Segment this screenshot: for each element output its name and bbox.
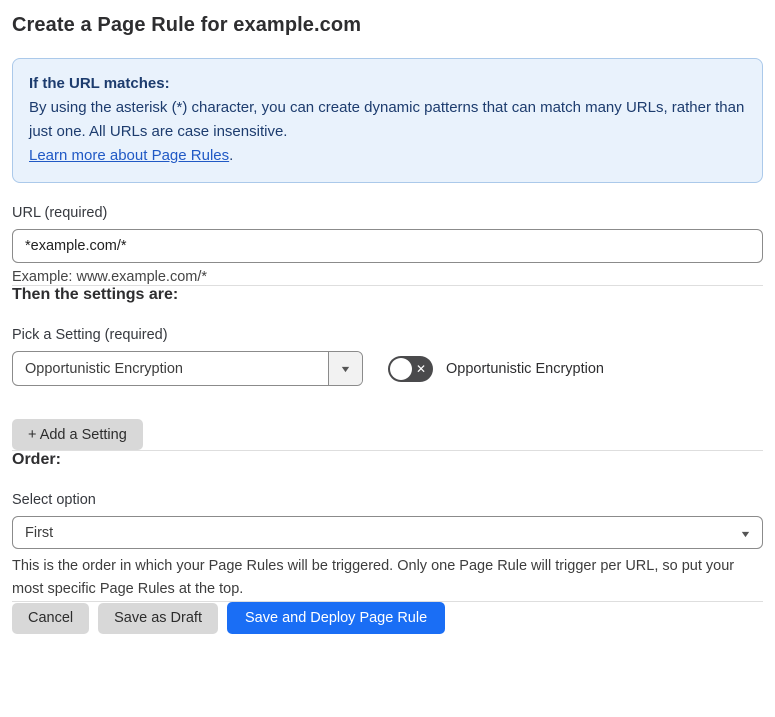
toggle-x-icon: ✕ xyxy=(415,361,426,376)
link-suffix: . xyxy=(229,147,234,164)
save-draft-button[interactable]: Save as Draft xyxy=(98,602,218,634)
chevron-down-icon: ▼ xyxy=(739,528,752,539)
cancel-button[interactable]: Cancel xyxy=(12,602,90,634)
url-label: URL (required) xyxy=(12,205,108,221)
chevron-down-icon[interactable]: ▼ xyxy=(328,352,362,385)
footer-actions: Cancel Save as Draft Save and Deploy Pag… xyxy=(12,602,763,634)
order-description: This is the order in which your Page Rul… xyxy=(12,558,735,597)
info-box-body: By using the asterisk (*) character, you… xyxy=(29,99,745,140)
setting-toggle-label: Opportunistic Encryption xyxy=(446,360,604,377)
learn-more-link[interactable]: Learn more about Page Rules xyxy=(29,147,229,164)
info-box-heading: If the URL matches: xyxy=(29,75,170,92)
toggle-knob xyxy=(390,357,412,380)
info-box-link-line: Learn more about Page Rules. xyxy=(29,144,746,168)
save-deploy-button[interactable]: Save and Deploy Page Rule xyxy=(226,602,446,634)
create-page-rule-panel: Create a Page Rule for example.com If th… xyxy=(0,0,775,648)
page-title: Create a Page Rule for example.com xyxy=(12,14,362,36)
order-select[interactable]: First ▼ xyxy=(12,516,763,549)
setting-toggle[interactable]: ✕ xyxy=(388,355,433,382)
pick-setting-label: Pick a Setting (required) xyxy=(12,327,168,343)
setting-select-value: Opportunistic Encryption xyxy=(25,360,183,377)
order-select-value: First xyxy=(25,524,54,541)
setting-row: Opportunistic Encryption ▼ ✕ Opportunist… xyxy=(12,351,763,386)
url-input[interactable] xyxy=(12,229,763,263)
url-match-info-box: If the URL matches: By using the asteris… xyxy=(12,58,763,183)
settings-section-heading: Then the settings are: xyxy=(12,286,179,303)
setting-select[interactable]: Opportunistic Encryption ▼ xyxy=(12,351,363,386)
add-setting-button[interactable]: + Add a Setting xyxy=(12,419,143,450)
url-example-text: Example: www.example.com/* xyxy=(12,269,208,285)
order-section-heading: Order: xyxy=(12,451,61,468)
order-select-label: Select option xyxy=(12,492,96,508)
